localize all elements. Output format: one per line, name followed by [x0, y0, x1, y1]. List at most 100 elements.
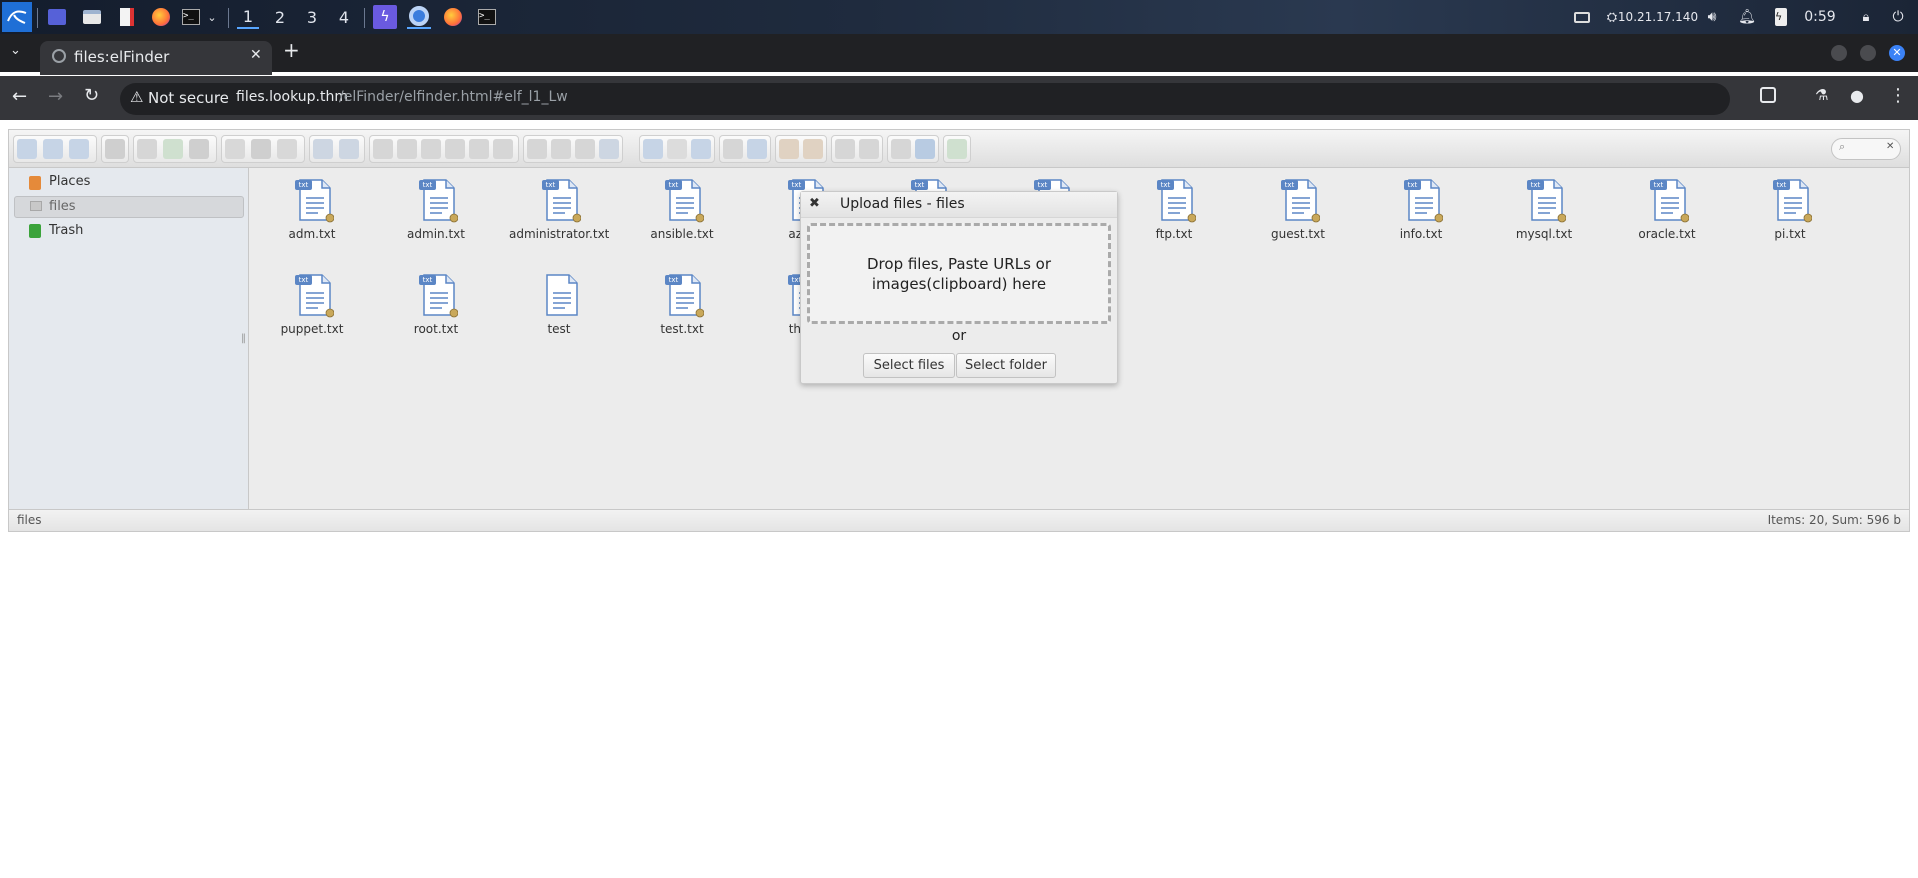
workspace-1[interactable]: 1: [237, 5, 259, 29]
extensions-icon[interactable]: [1760, 87, 1776, 103]
file-item[interactable]: txt mysql.txt: [1494, 170, 1594, 256]
file-item[interactable]: txt admin.txt: [386, 170, 486, 256]
menu-icon[interactable]: ⋮: [1889, 85, 1907, 106]
select-folder-button[interactable]: Select folder: [956, 353, 1056, 378]
chevron-down-icon[interactable]: ⌄: [205, 5, 219, 29]
download-icon[interactable]: [251, 139, 271, 159]
workspace-2[interactable]: 2: [269, 5, 291, 29]
mkdir-icon[interactable]: [137, 139, 157, 159]
chmod-icon[interactable]: [599, 139, 619, 159]
address-bar[interactable]: ⚠ Not secure files.lookup.thm /elFinder/…: [120, 83, 1730, 115]
file-item[interactable]: txt ftp.txt: [1124, 170, 1224, 256]
tab-search-icon[interactable]: ⌄: [10, 43, 21, 58]
duplicate-icon[interactable]: [469, 139, 489, 159]
maximize-button[interactable]: [1860, 45, 1876, 61]
text-file-icon: [541, 271, 581, 319]
selectinvert-icon[interactable]: [691, 139, 711, 159]
burpsuite-icon[interactable]: ϟ: [373, 5, 397, 29]
resize-icon[interactable]: [575, 139, 595, 159]
search-input[interactable]: ⌕ ✕: [1831, 138, 1901, 160]
bell-icon[interactable]: 🔔︎: [1738, 5, 1756, 29]
search-clear-icon[interactable]: ✕: [1886, 141, 1894, 152]
battery-icon[interactable]: ϟ: [1772, 5, 1790, 29]
archive-icon[interactable]: [803, 139, 823, 159]
sidebar-item-trash[interactable]: Trash: [49, 223, 83, 238]
terminal-icon[interactable]: >_: [475, 5, 499, 29]
rm-icon[interactable]: [445, 139, 465, 159]
profile-icon[interactable]: ●: [1850, 86, 1864, 105]
display-icon[interactable]: [1572, 5, 1592, 29]
file-item[interactable]: txt puppet.txt: [262, 265, 362, 351]
power-icon[interactable]: ⏻: [1888, 5, 1908, 29]
rename-icon[interactable]: [527, 139, 547, 159]
up-icon[interactable]: [69, 139, 89, 159]
file-item[interactable]: txt info.txt: [1371, 170, 1471, 256]
reload-icon[interactable]: ↻: [84, 85, 99, 106]
status-bar: files Items: 20, Sum: 596 b: [9, 509, 1909, 531]
new-tab-button[interactable]: +: [283, 38, 300, 62]
info-icon[interactable]: [747, 139, 767, 159]
back-icon[interactable]: ←: [12, 86, 27, 107]
upload-dropzone[interactable]: Drop files, Paste URLs or images(clipboa…: [807, 223, 1111, 324]
lock-icon[interactable]: 🔒︎: [1857, 5, 1875, 29]
file-item[interactable]: txt test.txt: [632, 265, 732, 351]
selectall-icon[interactable]: [643, 139, 663, 159]
edit-icon[interactable]: [551, 139, 571, 159]
redo-icon[interactable]: [339, 139, 359, 159]
globe-icon: [52, 49, 66, 63]
getfile-icon[interactable]: [277, 139, 297, 159]
help-icon[interactable]: [915, 139, 935, 159]
sort-icon[interactable]: [859, 139, 879, 159]
browser-tab[interactable]: files:elFinder ✕: [40, 41, 272, 75]
text-editor-icon[interactable]: [116, 5, 138, 29]
select-files-button[interactable]: Select files: [863, 353, 955, 378]
cut-icon[interactable]: [397, 139, 417, 159]
upload-icon[interactable]: [189, 139, 209, 159]
security-label[interactable]: Not secure: [148, 89, 229, 107]
clock[interactable]: 0:59: [1802, 5, 1838, 29]
quicklook-icon[interactable]: [723, 139, 743, 159]
firefox-icon[interactable]: [441, 5, 465, 29]
file-item[interactable]: txt root.txt: [386, 265, 486, 351]
file-item[interactable]: txt pi.txt: [1740, 170, 1840, 256]
file-item[interactable]: test: [509, 265, 609, 351]
forward-icon[interactable]: →: [48, 86, 63, 107]
labs-icon[interactable]: ⚗: [1815, 86, 1828, 104]
close-window-button[interactable]: ✕: [1889, 45, 1905, 61]
view-icon[interactable]: [835, 139, 855, 159]
firefox-icon[interactable]: [150, 5, 172, 29]
workspace-4[interactable]: 4: [333, 5, 355, 29]
file-item[interactable]: txt oracle.txt: [1617, 170, 1717, 256]
fullscreen-icon[interactable]: [947, 139, 967, 159]
volume-icon[interactable]: 🔊︎: [1703, 5, 1721, 29]
sidebar-item-places[interactable]: Places: [49, 174, 90, 189]
chromium-icon[interactable]: [407, 5, 431, 29]
file-item[interactable]: txt adm.txt: [262, 170, 362, 256]
file-item[interactable]: txt guest.txt: [1248, 170, 1348, 256]
file-manager-icon[interactable]: [81, 5, 103, 29]
file-item[interactable]: txt ansible.txt: [632, 170, 732, 256]
open-icon[interactable]: [225, 139, 245, 159]
workspace-3[interactable]: 3: [301, 5, 323, 29]
sidebar-item-files[interactable]: files: [14, 196, 244, 218]
selectnone-icon[interactable]: [667, 139, 687, 159]
file-item[interactable]: txt administrator.txt: [509, 170, 609, 256]
copy-icon[interactable]: [373, 139, 393, 159]
minimize-button[interactable]: [1831, 45, 1847, 61]
extract-icon[interactable]: [779, 139, 799, 159]
dialog-close-icon[interactable]: ✖: [809, 196, 820, 211]
forward-icon[interactable]: [43, 139, 63, 159]
kali-menu-icon[interactable]: [2, 2, 32, 32]
preferences-icon[interactable]: [891, 139, 911, 159]
reload-icon[interactable]: [105, 139, 125, 159]
tab-close-icon[interactable]: ✕: [250, 47, 262, 63]
resize-handle[interactable]: ‖: [241, 333, 246, 344]
terminal-icon[interactable]: >_: [180, 5, 202, 29]
dialog-titlebar[interactable]: ✖ Upload files - files: [801, 192, 1117, 218]
undo-icon[interactable]: [313, 139, 333, 159]
terminal-app-icon[interactable]: [46, 5, 68, 29]
paste-icon[interactable]: [421, 139, 441, 159]
empty-icon[interactable]: [493, 139, 513, 159]
mkfile-icon[interactable]: [163, 139, 183, 159]
back-icon[interactable]: [17, 139, 37, 159]
